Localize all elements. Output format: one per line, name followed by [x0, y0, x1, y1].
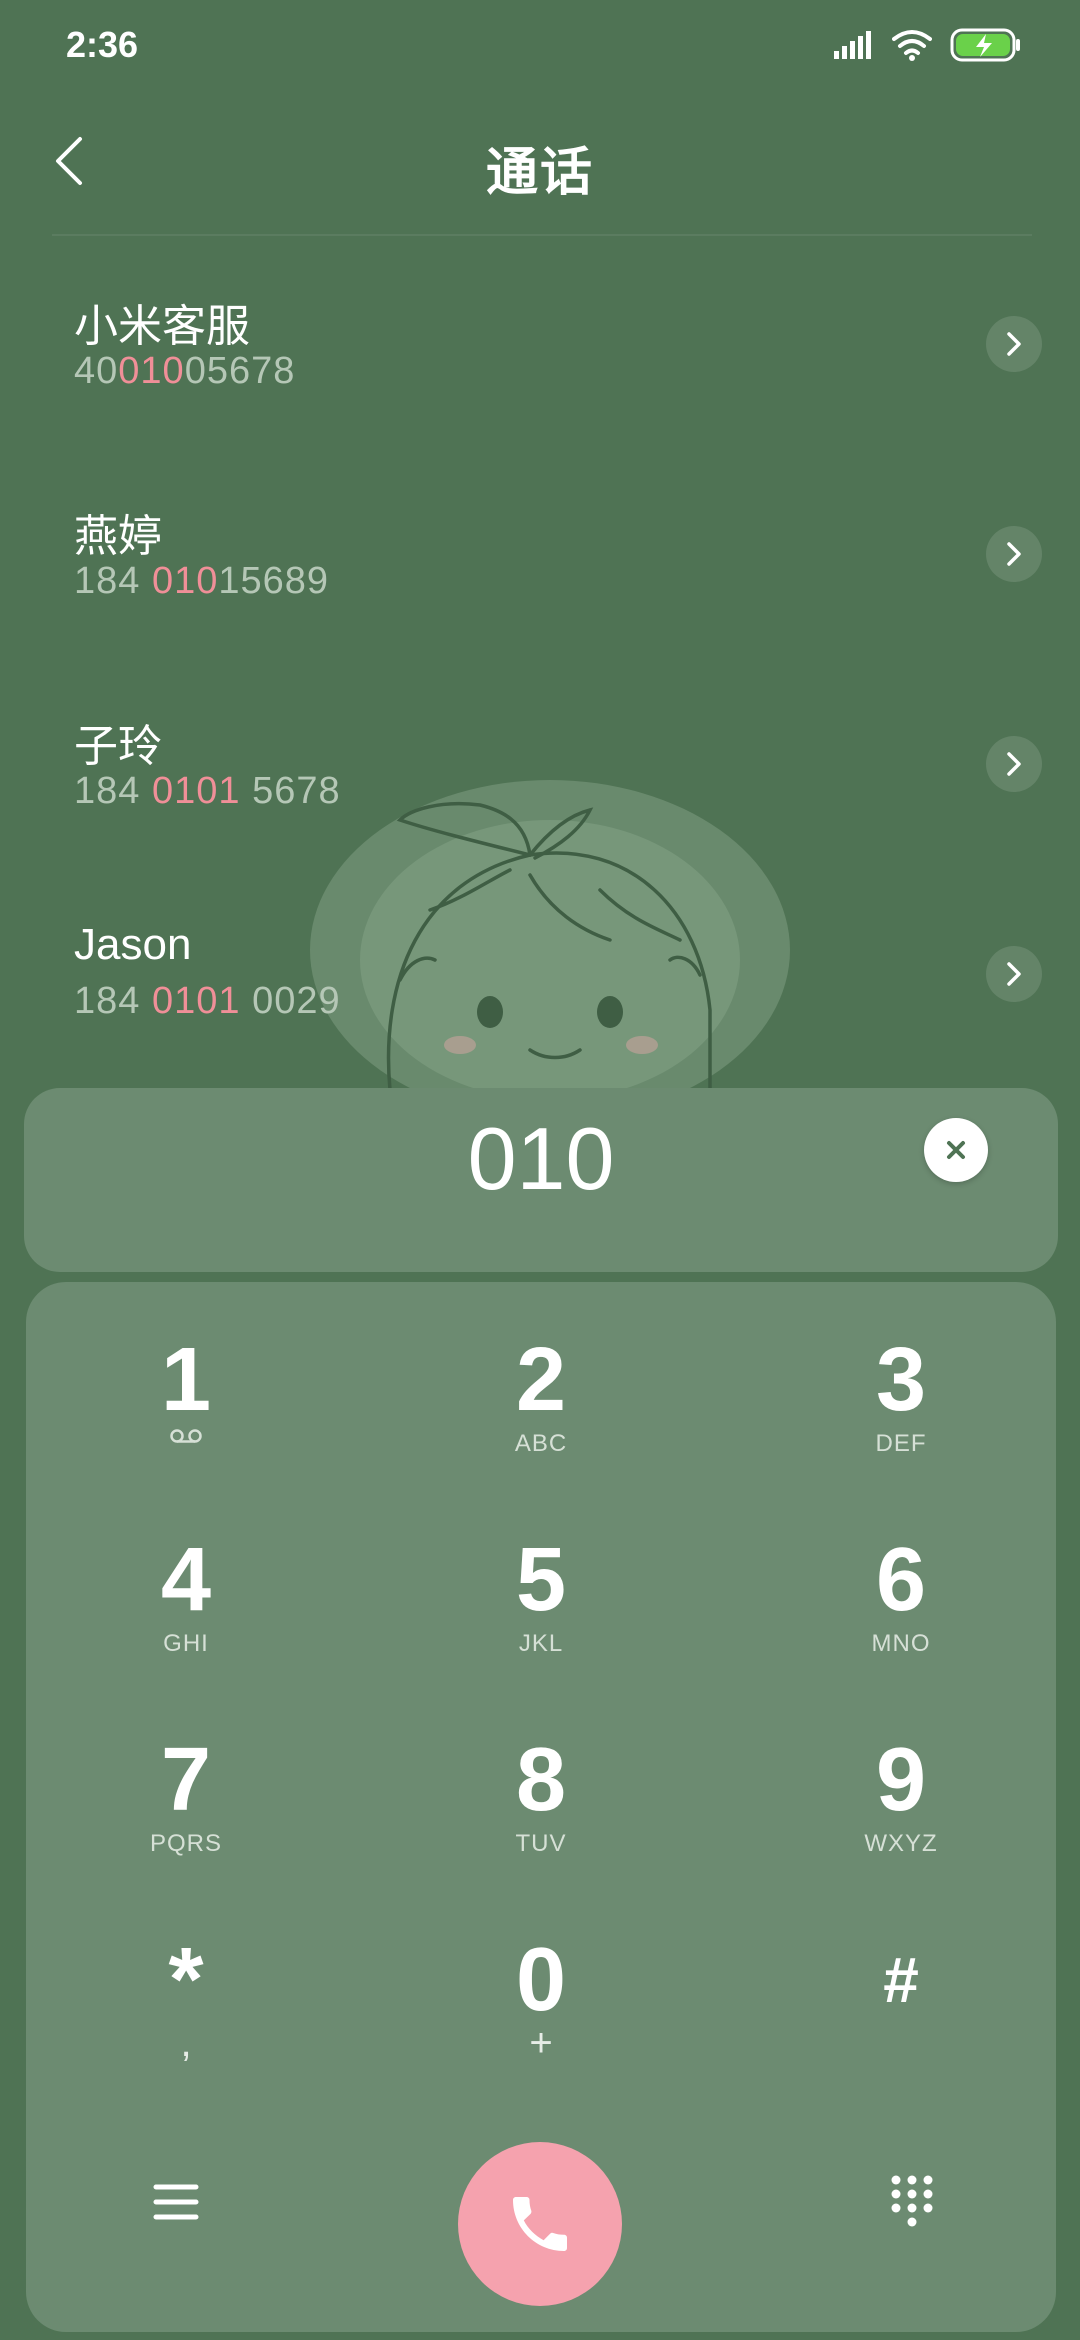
contact-name: Jason: [74, 920, 192, 969]
key-letters: GHI: [163, 1630, 209, 1657]
dialpad-toggle-button[interactable]: [872, 2162, 952, 2242]
voicemail-icon: [170, 1429, 202, 1443]
key-3[interactable]: 3 DEF: [781, 1312, 1021, 1492]
clear-button[interactable]: [924, 1118, 988, 1182]
key-letters: JKL: [518, 1630, 564, 1657]
key-5[interactable]: 5 JKL: [421, 1512, 661, 1692]
status-time: 2:36: [66, 24, 139, 65]
key-hash[interactable]: #: [781, 1912, 1021, 2092]
contact-item[interactable]: Jason 184 0101 0029: [0, 880, 1080, 1090]
dialer-bottom-bar: [26, 2112, 1056, 2306]
contact-detail-button[interactable]: [986, 316, 1042, 372]
menu-icon: [153, 2184, 199, 2220]
phone-icon: [513, 2197, 567, 2251]
key-digit: #: [883, 1944, 919, 2016]
key-letters: +: [529, 2021, 553, 2065]
contact-number: 184 0101 0029: [74, 980, 341, 1022]
key-letters: ,: [180, 2021, 192, 2065]
key-star[interactable]: * ,: [66, 1912, 306, 2092]
key-digit: *: [168, 1930, 204, 2030]
dial-number-display[interactable]: 010: [24, 1108, 1058, 1210]
contact-name: 子玲: [74, 722, 162, 771]
menu-button[interactable]: [136, 2162, 216, 2242]
key-9[interactable]: 9 WXYZ: [781, 1712, 1021, 1892]
keypad: 1 2 ABC 3 DEF 4 GHI 5 JKL 6 MNO 7 PQRS 8…: [26, 1282, 1056, 2332]
wifi-icon: [892, 30, 932, 61]
contact-item[interactable]: 子玲 184 0101 5678: [0, 670, 1080, 880]
contact-item[interactable]: 燕婷 184 01015689: [0, 460, 1080, 670]
contact-number: 184 0101 5678: [74, 770, 341, 812]
key-letters: DEF: [875, 1430, 927, 1457]
contact-detail-button[interactable]: [986, 736, 1042, 792]
close-icon: [947, 1141, 965, 1159]
call-button[interactable]: [458, 2142, 622, 2306]
contact-item[interactable]: 小米客服 4001005678: [0, 250, 1080, 460]
key-4[interactable]: 4 GHI: [66, 1512, 306, 1692]
dialpad-icon: [891, 2175, 933, 2227]
key-8[interactable]: 8 TUV: [421, 1712, 661, 1892]
chevron-right-icon: [1007, 962, 1021, 986]
key-digit: 2: [515, 1330, 567, 1430]
contact-detail-button[interactable]: [986, 526, 1042, 582]
key-letters: PQRS: [149, 1830, 222, 1857]
contact-number: 184 01015689: [74, 560, 330, 602]
key-letters: ABC: [514, 1430, 568, 1457]
key-2[interactable]: 2 ABC: [421, 1312, 661, 1492]
page-title: 通话: [485, 144, 594, 202]
key-letters: WXYZ: [864, 1830, 938, 1857]
signal-icon: [834, 31, 871, 59]
contact-list: 小米客服 4001005678 燕婷 184 01015689 子玲 184 0…: [0, 250, 1080, 1090]
chevron-right-icon: [1007, 752, 1021, 776]
key-digit: 9: [875, 1730, 927, 1830]
contact-number: 4001005678: [74, 350, 296, 392]
contact-detail-button[interactable]: [986, 946, 1042, 1002]
key-digit: 8: [515, 1730, 567, 1830]
key-digit: 6: [875, 1530, 927, 1630]
status-bar: 2:36: [0, 0, 1080, 96]
key-0[interactable]: 0 +: [421, 1912, 661, 2092]
key-digit: 7: [160, 1730, 212, 1830]
status-icons: [834, 28, 1022, 62]
key-digit: 0: [515, 1930, 567, 2030]
chevron-right-icon: [1007, 542, 1021, 566]
key-digit: 1: [160, 1330, 212, 1430]
header: 通话: [0, 110, 1080, 210]
key-1[interactable]: 1: [66, 1312, 306, 1492]
key-digit: 5: [515, 1530, 567, 1630]
dial-input-panel: 010: [24, 1088, 1058, 1272]
chevron-right-icon: [1007, 332, 1021, 356]
key-digit: 4: [160, 1530, 212, 1630]
key-digit: 3: [875, 1330, 927, 1430]
header-divider: [52, 234, 1032, 236]
key-letters: TUV: [515, 1830, 567, 1857]
key-6[interactable]: 6 MNO: [781, 1512, 1021, 1692]
contact-name: 小米客服: [74, 302, 250, 351]
contact-name: 燕婷: [74, 512, 162, 561]
key-letters: MNO: [871, 1630, 931, 1657]
key-7[interactable]: 7 PQRS: [66, 1712, 306, 1892]
battery-charging-icon: [950, 28, 1020, 62]
